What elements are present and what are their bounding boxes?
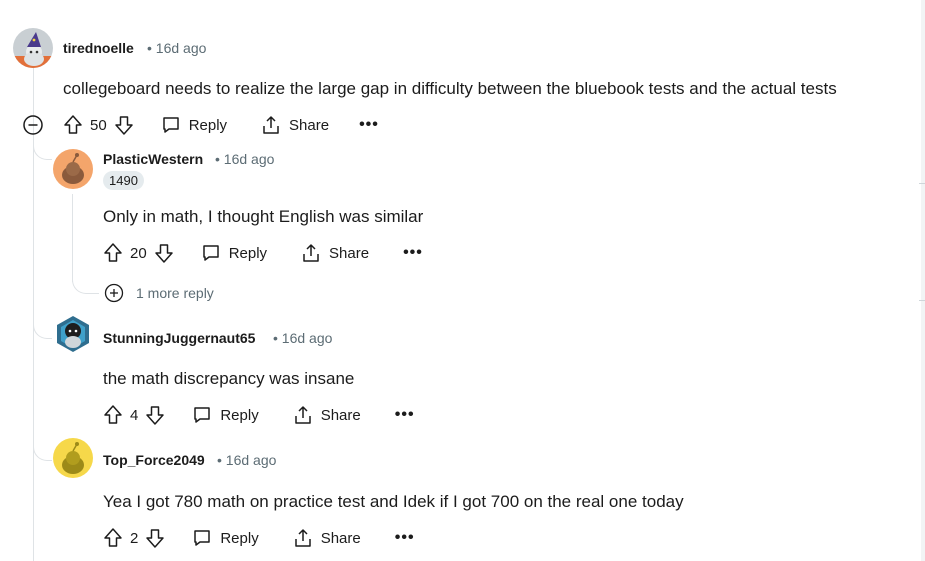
upvote-button[interactable]	[62, 114, 84, 136]
expand-plus-icon	[104, 283, 124, 303]
thread-line-root	[33, 68, 34, 561]
share-button[interactable]: Share	[301, 243, 369, 263]
snoo-avatar-icon	[62, 442, 84, 474]
thread-line-reply-1	[72, 194, 73, 282]
user-flair: 1490	[103, 171, 144, 190]
thread-curve	[33, 444, 52, 461]
comment-icon	[194, 407, 211, 423]
upvote-button[interactable]	[102, 527, 124, 549]
upvote-icon	[104, 405, 122, 424]
comment-actions: 4 Reply Share •••	[102, 399, 415, 431]
vote-count: 20	[130, 244, 147, 262]
comment-actions: 50 Reply Share •••	[22, 109, 379, 141]
comment-icon	[162, 117, 179, 133]
comment-text: collegeboard needs to realize the large …	[63, 79, 837, 98]
more-options-button[interactable]: •••	[395, 406, 415, 424]
comment-icon	[194, 530, 211, 546]
collapse-button[interactable]	[22, 114, 44, 136]
upvote-icon	[64, 115, 82, 134]
thread-curve	[33, 143, 52, 160]
time: 16d ago	[155, 40, 207, 56]
more-replies-button[interactable]: 1 more reply	[104, 277, 214, 309]
reply-label: Reply	[220, 406, 259, 424]
downvote-icon	[114, 116, 133, 135]
reply-button[interactable]: Reply	[201, 243, 267, 263]
share-label: Share	[320, 529, 361, 547]
upvote-button[interactable]	[102, 404, 124, 426]
comment-text: Yea I got 780 math on practice test and …	[103, 492, 684, 511]
downvote-icon	[146, 406, 165, 425]
upvote-button[interactable]	[102, 242, 124, 264]
snoo-avatar-icon	[62, 153, 84, 184]
reply-label: Reply	[220, 529, 259, 547]
share-button[interactable]: Share	[293, 405, 361, 425]
separator-dot: •	[147, 40, 152, 56]
timestamp: • 16d ago	[215, 151, 274, 167]
comment-actions: 20 Reply Share •••	[102, 237, 423, 269]
avatar[interactable]	[53, 314, 93, 354]
separator-dot: •	[217, 452, 222, 468]
share-label: Share	[289, 116, 330, 134]
comment-text: Only in math, I thought English was simi…	[103, 207, 424, 226]
wizard-avatar-icon	[13, 32, 53, 68]
reply-button[interactable]: Reply	[161, 115, 227, 135]
snoo-avatar-icon	[57, 316, 89, 352]
username[interactable]: StunningJuggernaut65	[103, 330, 255, 346]
username[interactable]: tirednoelle	[63, 40, 134, 56]
share-icon	[303, 244, 319, 262]
collapse-icon	[23, 115, 43, 135]
username[interactable]: Top_Force2049	[103, 452, 205, 468]
thread-curve	[33, 322, 52, 339]
reply-button[interactable]: Reply	[192, 405, 259, 425]
more-options-button[interactable]: •••	[395, 529, 415, 547]
share-icon	[263, 116, 279, 134]
downvote-button[interactable]	[153, 242, 175, 264]
vote-count: 2	[130, 529, 139, 547]
downvote-button[interactable]	[113, 114, 135, 136]
avatar[interactable]	[13, 28, 53, 68]
timestamp: • 16d ago	[217, 452, 276, 468]
upvote-icon	[104, 243, 122, 262]
avatar[interactable]	[53, 438, 93, 478]
downvote-button[interactable]	[144, 527, 166, 549]
comment-actions: 2 Reply Share •••	[102, 522, 415, 554]
share-icon	[294, 529, 311, 547]
timestamp: • 16d ago	[273, 330, 332, 346]
vote-count: 4	[130, 406, 139, 424]
comment-icon	[202, 245, 219, 261]
share-icon	[294, 406, 311, 424]
reply-button[interactable]: Reply	[192, 528, 259, 548]
separator	[919, 183, 925, 184]
thread-curve	[72, 277, 99, 294]
more-options-button[interactable]: •••	[403, 244, 423, 262]
time: 16d ago	[281, 330, 333, 346]
share-button[interactable]: Share	[261, 115, 329, 135]
more-options-button[interactable]: •••	[359, 116, 379, 134]
downvote-icon	[146, 529, 165, 548]
reply-label: Reply	[188, 116, 228, 134]
avatar[interactable]	[53, 149, 93, 189]
downvote-button[interactable]	[144, 404, 166, 426]
upvote-icon	[104, 528, 122, 547]
vote-count: 50	[90, 116, 107, 134]
separator-dot: •	[273, 330, 278, 346]
time: 16d ago	[225, 452, 277, 468]
downvote-icon	[154, 244, 173, 263]
separator-dot: •	[215, 151, 220, 167]
username[interactable]: PlasticWestern	[103, 151, 203, 167]
separator	[919, 300, 925, 301]
share-button[interactable]: Share	[293, 528, 361, 548]
reply-label: Reply	[228, 244, 268, 262]
share-label: Share	[320, 406, 361, 424]
more-replies-label: 1 more reply	[136, 285, 214, 301]
share-label: Share	[329, 244, 370, 262]
comment-text: the math discrepancy was insane	[103, 369, 355, 388]
scrollbar[interactable]	[921, 0, 925, 561]
time: 16d ago	[223, 151, 275, 167]
timestamp: • 16d ago	[147, 40, 206, 56]
